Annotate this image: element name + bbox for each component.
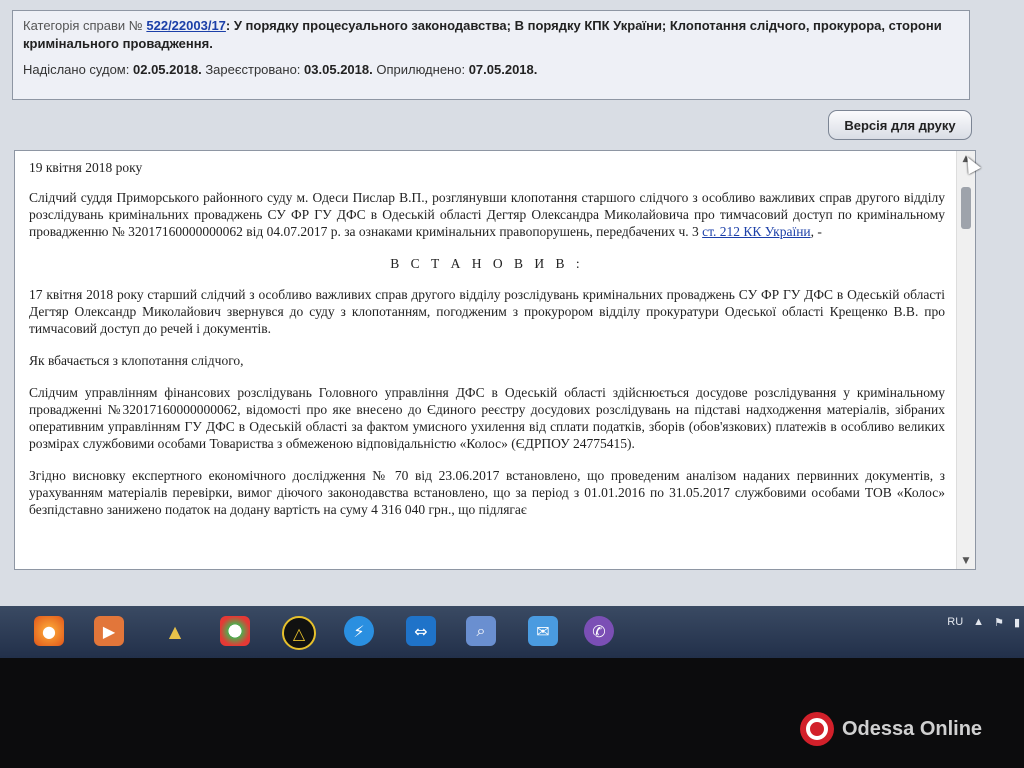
- scroll-down-arrow-icon[interactable]: ▼: [960, 555, 972, 567]
- media-player-icon[interactable]: ▶: [94, 616, 124, 646]
- flag-icon[interactable]: ⚑: [994, 616, 1004, 629]
- intro-paragraph: Слідчий суддя Приморського районного суд…: [29, 190, 945, 239]
- tray-arrow-icon[interactable]: ▲: [973, 616, 984, 628]
- paragraph-1: 17 квітня 2018 року старший слідчий з ос…: [29, 287, 945, 336]
- scroll-thumb[interactable]: [961, 187, 971, 229]
- messenger-icon[interactable]: ✉: [528, 616, 558, 646]
- sent-date: 02.05.2018.: [133, 62, 202, 77]
- print-version-button[interactable]: Версія для друку: [828, 110, 972, 140]
- registered-label: Зареєстровано:: [205, 62, 301, 77]
- case-info-panel: Категорія справи № 522/22003/17: У поряд…: [12, 10, 970, 100]
- viber-icon[interactable]: ✆: [584, 616, 614, 646]
- paragraph-2: Як вбачається з клопотання слідчого,: [29, 353, 244, 368]
- taskbar: ● ▶ ▲ △ ⚡ ⇔ ⌕ ✉ ✆: [0, 606, 1024, 658]
- case-number-link[interactable]: 522/22003/17: [146, 18, 226, 33]
- search-tool-icon[interactable]: ⌕: [466, 616, 496, 646]
- paragraph-3: Слідчим управлінням фінансових розслідув…: [29, 385, 945, 451]
- flash-icon[interactable]: ⚡: [344, 616, 374, 646]
- law-article-link[interactable]: ст. 212 КК України: [702, 224, 811, 239]
- document-date: 19 квітня 2018 року: [29, 160, 143, 175]
- registered-date: 03.05.2018.: [304, 62, 373, 77]
- published-date: 07.05.2018.: [468, 62, 538, 77]
- watermark-logo-icon: [800, 712, 834, 746]
- published-label: Оприлюднено:: [376, 62, 466, 77]
- firefox-icon[interactable]: ●: [34, 616, 64, 646]
- teamviewer-icon[interactable]: ⇔: [406, 616, 436, 646]
- document-text: 19 квітня 2018 року Слідчий суддя Примор…: [29, 159, 945, 533]
- drive-icon[interactable]: ▲: [160, 616, 190, 646]
- vertical-scrollbar[interactable]: ▲ ▼: [956, 151, 975, 569]
- system-tray: RU ▲ ⚑ ▮: [947, 608, 1020, 636]
- case-category: Категорія справи № 522/22003/17: У поряд…: [23, 17, 959, 53]
- document-viewer[interactable]: 19 квітня 2018 року Слідчий суддя Примор…: [14, 150, 976, 570]
- section-heading: В С Т А Н О В И В :: [390, 256, 584, 271]
- watermark-text: Odessa Online: [842, 717, 983, 740]
- picasa-icon[interactable]: [220, 616, 250, 646]
- language-indicator[interactable]: RU: [947, 616, 963, 628]
- case-dates: Надіслано судом: 02.05.2018. Зареєстрова…: [23, 61, 959, 79]
- app-triangle-icon[interactable]: △: [282, 616, 316, 650]
- watermark: Odessa Online: [800, 712, 982, 746]
- category-label: Категорія справи №: [23, 18, 143, 33]
- sent-label: Надіслано судом:: [23, 62, 130, 77]
- paragraph-4: Згідно висновку експертного економічного…: [29, 468, 945, 517]
- network-icon[interactable]: ▮: [1014, 616, 1020, 629]
